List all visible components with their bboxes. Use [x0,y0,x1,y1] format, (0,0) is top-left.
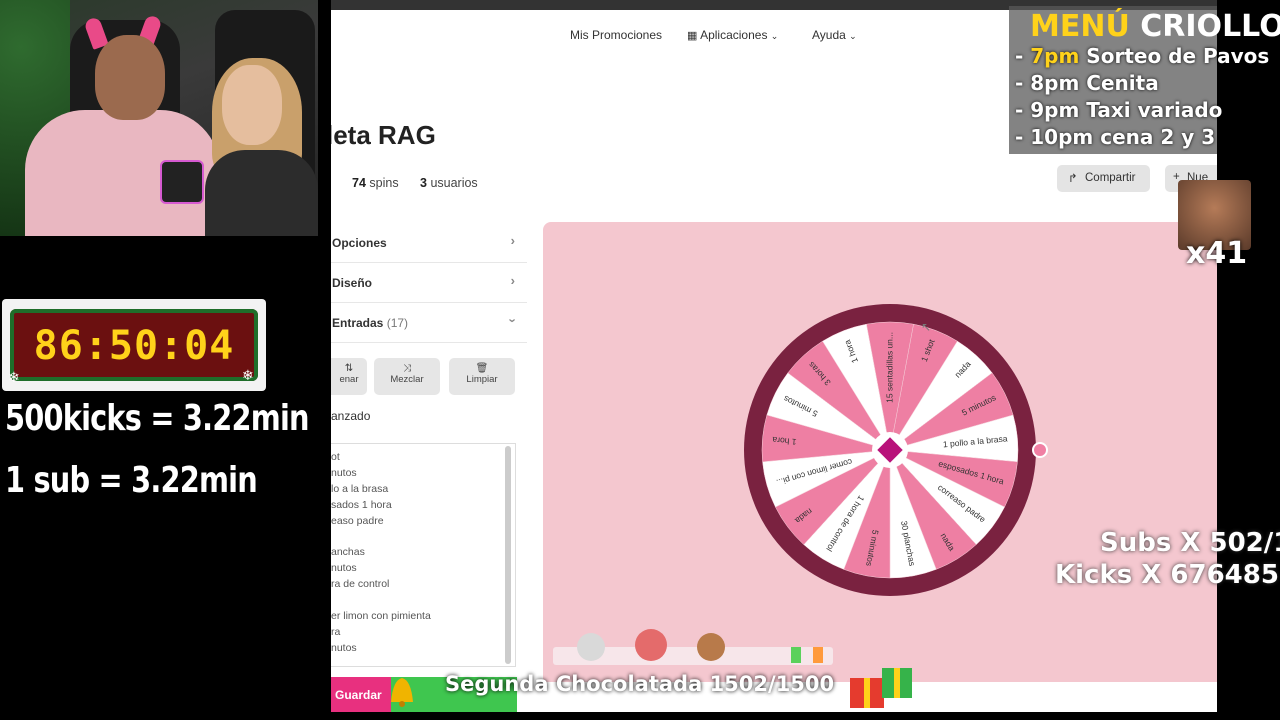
accordion-options-label: Opciones [332,236,387,250]
chevron-down-icon: › [505,318,521,323]
spin-wheel[interactable]: 1 shotnada5 minutos1 pollo a la brasaesp… [743,300,1063,600]
menu-item-time: 7pm [1030,44,1080,68]
share-button[interactable]: ↱ Compartir [1057,165,1150,192]
entries-list: ot nutos lo a la brasa sados 1 hora easo pad… [331,444,515,657]
guest-body [205,150,318,236]
entry-line: anchas [331,546,365,559]
chevron-right-icon: › [510,273,515,288]
wheel-pointer [1032,442,1048,458]
subs-counter: Subs X 502/1 [1100,528,1280,558]
menu-item: - 9pm Taxi variado [1015,98,1222,122]
entry-line: nutos [331,562,357,575]
bell-icon [385,670,420,710]
gift-icon [848,660,916,710]
entry-line: er limon con pimienta [331,609,431,622]
entry-line: ra [331,625,341,638]
menu-item-time: 9pm [1030,98,1080,122]
accordion-entries-label: Entradas (17) [332,316,408,330]
entry-line: nutos [331,466,357,479]
menu-item-dash: - [1015,71,1031,95]
save-button-label: Guardar [335,688,382,702]
timer-frame: 86:50:04 [10,309,258,381]
entry-line: easo padre [331,514,384,527]
menu-item-time: 10pm [1030,125,1094,149]
fill-button-label: enar [339,374,359,385]
scrollbar[interactable] [505,446,511,664]
multiplier-text: x41 [1186,236,1248,271]
accordion-design-label: Diseño [332,276,373,290]
chevron-right-icon: › [510,233,515,248]
snowflake-icon: ❄ [8,369,20,385]
menu-title: MENÚ CRIOLLO [1030,9,1280,44]
menu-item: - 8pm Cenita [1015,71,1159,95]
menu-item: - 7pm Sorteo de Pavos [1015,44,1269,68]
accordion-entries[interactable]: Entradas (17) › [331,304,527,343]
fill-button[interactable]: ⇅ enar [331,358,367,395]
wheel-panel: 1 shot nada 5 minutos 1 pollo a la brasa esp… [543,222,1217,682]
entry-line [331,529,515,545]
entry-line: ot [331,451,340,463]
grid-icon: ▦ [687,30,698,42]
chocolatada-banner: Segunda Chocolatada 1502/1500 [445,672,835,696]
advanced-toggle[interactable]: anzado [331,409,370,423]
menu-item-text: Taxi variado [1079,98,1223,122]
entry-line: sados 1 hora [331,498,392,511]
chevron-down-icon: ⌄ [849,31,857,41]
menu-item: - 10pm cena 2 y 3 [1015,125,1215,149]
entry-line: nutos [331,641,357,654]
shuffle-icon: ⤨ [403,363,411,374]
menu-item-dash: - [1015,98,1031,122]
snowflake-icon: ❄ [242,367,254,383]
entry-line: ra de control [331,578,390,591]
page-title: leta RAG [331,120,436,150]
kicks-counter: Kicks X 676485 [1055,560,1279,590]
nav-help-label: Ayuda [812,28,846,42]
spins-stat: 74 spins [352,176,399,190]
streamer-head [95,35,165,120]
share-button-label: Compartir [1085,172,1136,184]
menu-title-yellow: MENÚ [1030,9,1130,44]
entry-line: lo a la brasa [331,482,389,495]
spins-count: 74 [352,176,366,190]
nav-applications-label: Aplicaciones [700,28,768,42]
nav-applications[interactable]: ▦ Aplicaciones ⌄ [687,28,778,42]
guest-head [222,65,282,145]
trash-icon: 🗑 [475,363,489,374]
menu-title-white: CRIOLLO [1140,9,1280,44]
fill-icon: ⇅ [344,363,354,374]
wheel-segment-label: 15 sentadillas un... [884,332,894,403]
emote-strip [551,627,836,665]
timer-value: 86:50:04 [33,323,235,369]
users-stat: 3 usuarios [420,176,478,190]
clear-button-label: Limpiar [466,374,498,385]
mouse-cursor-icon: ↖ [921,320,932,334]
menu-item-dash: - [1015,125,1031,149]
sub-rate-text: 1 sub = 3.22min [5,460,258,501]
menu-item-text: cena 2 y 3 [1093,125,1216,149]
entries-textarea[interactable]: ot nutos lo a la brasa sados 1 hora easo pad… [331,443,516,667]
nav-help[interactable]: Ayuda ⌄ [812,28,857,42]
kicks-rate-text: 500kicks = 3.22min [5,398,310,439]
webcam-feed [0,0,318,236]
clear-button[interactable]: 🗑 Limpiar [449,358,515,395]
accordion-design[interactable]: Diseño › [331,264,527,303]
nav-promotions[interactable]: Mis Promociones [570,28,662,42]
share-icon: ↱ [1068,173,1078,185]
microphone [160,160,204,204]
countdown-timer: 86:50:04 ❄ ❄ [2,299,266,391]
accordion-options[interactable]: Opciones › [331,224,527,263]
users-count: 3 [420,176,427,190]
shuffle-button[interactable]: ⤨ Mezclar [374,358,440,395]
shuffle-button-label: Mezclar [390,374,424,385]
entry-line [331,593,515,609]
menu-item-text: Cenita [1079,71,1159,95]
users-label: usuarios [430,176,478,190]
menu-item-time: 8pm [1030,71,1080,95]
menu-item-dash: - [1015,44,1031,68]
entries-title: Entradas [332,316,384,330]
chevron-down-icon: ⌄ [770,31,779,41]
spins-label: spins [369,176,399,190]
menu-item-text: Sorteo de Pavos [1079,44,1270,68]
entries-count: (17) [386,316,409,330]
